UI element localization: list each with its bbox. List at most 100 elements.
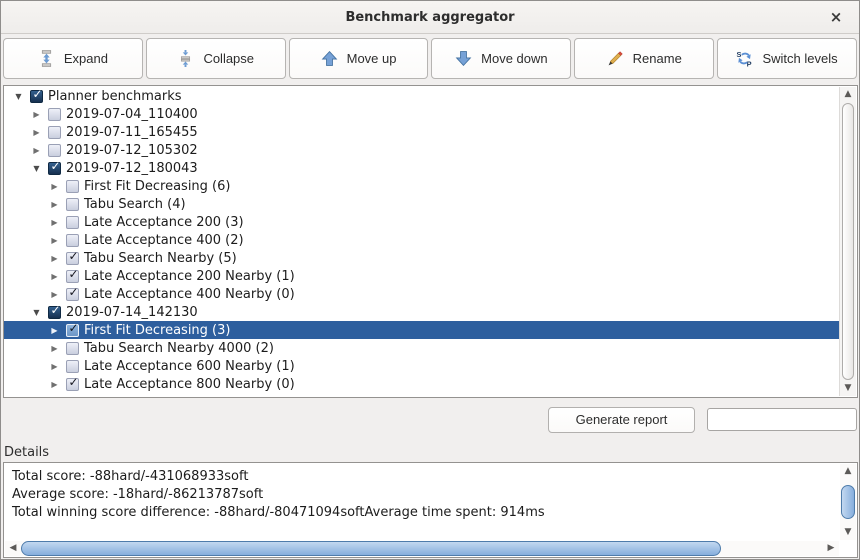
tree-item-label: 2019-07-11_165455	[66, 125, 198, 140]
rename-button[interactable]: Rename	[574, 38, 714, 79]
expand-button[interactable]: Expand	[3, 38, 143, 79]
expander-icon[interactable]: ▶	[30, 110, 43, 119]
rename-icon	[607, 50, 624, 67]
expander-icon[interactable]: ▶	[48, 200, 61, 209]
tree-row[interactable]: ▶ Tabu Search Nearby (5)	[4, 249, 839, 267]
svg-text:S: S	[737, 50, 742, 59]
details-text: Total score: -88hard/-431068933softAvera…	[12, 468, 833, 522]
expander-icon[interactable]: ▼	[12, 92, 25, 101]
tree-item-label: Late Acceptance 200 Nearby (1)	[84, 269, 295, 284]
tree-row[interactable]: ▶ 2019-07-04_110400	[4, 105, 839, 123]
expander-icon[interactable]: ▶	[48, 182, 61, 191]
details-vertical-scrollbar[interactable]: ▲ ▼	[840, 464, 856, 540]
details-line: Total winning score difference: -88hard/…	[12, 504, 833, 522]
tree-checkbox[interactable]	[48, 126, 61, 139]
window-title: Benchmark aggregator	[1, 1, 859, 34]
details-panel: Total score: -88hard/-431068933softAvera…	[3, 462, 858, 558]
expander-icon[interactable]: ▼	[30, 164, 43, 173]
tree-item-label: 2019-07-14_142130	[66, 305, 198, 320]
expander-icon[interactable]: ▶	[48, 290, 61, 299]
close-icon[interactable]: ×	[827, 8, 845, 26]
collapse-button[interactable]: Collapse	[146, 38, 286, 79]
tree-row[interactable]: ▶ Late Acceptance 400 Nearby (0)	[4, 285, 839, 303]
scroll-down-icon[interactable]: ▼	[840, 525, 856, 540]
switch-levels-button-label: Switch levels	[762, 51, 837, 66]
tree-checkbox[interactable]	[66, 234, 79, 247]
scroll-right-icon[interactable]: ▶	[823, 541, 839, 556]
tree-item-label: 2019-07-04_110400	[66, 107, 198, 122]
tree-checkbox[interactable]	[66, 378, 79, 391]
tree-row[interactable]: ▶ Late Acceptance 200 (3)	[4, 213, 839, 231]
tree-checkbox[interactable]	[66, 324, 79, 337]
expander-icon[interactable]: ▶	[48, 380, 61, 389]
expander-icon[interactable]: ▼	[30, 308, 43, 317]
expand-button-label: Expand	[64, 51, 108, 66]
tree-checkbox[interactable]	[66, 342, 79, 355]
expander-icon[interactable]: ▶	[48, 362, 61, 371]
expander-icon[interactable]: ▶	[48, 326, 61, 335]
tree-checkbox[interactable]	[48, 162, 61, 175]
tree-item-label: Tabu Search (4)	[84, 197, 186, 212]
tree-item-label: Late Acceptance 200 (3)	[84, 215, 244, 230]
move-down-button-label: Move down	[481, 51, 547, 66]
details-line: Total score: -88hard/-431068933soft	[12, 468, 833, 486]
tree-row[interactable]: ▶ First Fit Decreasing (6)	[4, 177, 839, 195]
tree-checkbox[interactable]	[66, 270, 79, 283]
details-label: Details	[4, 445, 49, 460]
tree-checkbox[interactable]	[66, 198, 79, 211]
switch-levels-button[interactable]: S P Switch levels	[717, 38, 857, 79]
move-up-button[interactable]: Move up	[289, 38, 429, 79]
tree-checkbox[interactable]	[66, 288, 79, 301]
tree-vertical-scrollbar[interactable]: ▲ ▼	[839, 87, 856, 396]
tree-row[interactable]: ▶ Late Acceptance 600 Nearby (1)	[4, 357, 839, 375]
move-down-button[interactable]: Move down	[431, 38, 571, 79]
tree-checkbox[interactable]	[48, 306, 61, 319]
tree-row[interactable]: ▶ Tabu Search (4)	[4, 195, 839, 213]
tree-checkbox[interactable]	[66, 180, 79, 193]
tree-row[interactable]: ▼ Planner benchmarks	[4, 87, 839, 105]
tree-row[interactable]: ▼ 2019-07-12_180043	[4, 159, 839, 177]
tree-item-label: First Fit Decreasing (3)	[84, 323, 230, 338]
tree-item-label: Late Acceptance 400 Nearby (0)	[84, 287, 295, 302]
tree-row[interactable]: ▶ Late Acceptance 200 Nearby (1)	[4, 267, 839, 285]
scroll-up-icon[interactable]: ▲	[840, 464, 856, 479]
tree-row[interactable]: ▶ 2019-07-12_105302	[4, 141, 839, 159]
tree-row[interactable]: ▶ Late Acceptance 400 (2)	[4, 231, 839, 249]
scroll-left-icon[interactable]: ◀	[5, 541, 21, 556]
tree-item-label: Late Acceptance 600 Nearby (1)	[84, 359, 295, 374]
tree-checkbox[interactable]	[48, 144, 61, 157]
tree-item-label: First Fit Decreasing (6)	[84, 179, 230, 194]
expander-icon[interactable]: ▶	[48, 254, 61, 263]
tree-item-label: Tabu Search Nearby 4000 (2)	[84, 341, 274, 356]
expander-icon[interactable]: ▶	[48, 344, 61, 353]
expander-icon[interactable]: ▶	[48, 272, 61, 281]
scroll-down-icon[interactable]: ▼	[840, 381, 856, 396]
toolbar: Expand Collapse Move up Move down	[3, 38, 857, 79]
tree-checkbox[interactable]	[66, 216, 79, 229]
collapse-icon	[177, 50, 194, 67]
tree-row[interactable]: ▶ Tabu Search Nearby 4000 (2)	[4, 339, 839, 357]
tree-row[interactable]: ▼ 2019-07-14_142130	[4, 303, 839, 321]
tree-row[interactable]: ▶ 2019-07-11_165455	[4, 123, 839, 141]
tree-checkbox[interactable]	[66, 360, 79, 373]
tree-row[interactable]: ▶ First Fit Decreasing (3)	[4, 321, 839, 339]
tree-checkbox[interactable]	[30, 90, 43, 103]
tree-item-label: Late Acceptance 400 (2)	[84, 233, 244, 248]
scroll-up-icon[interactable]: ▲	[840, 87, 856, 102]
generate-report-button[interactable]: Generate report	[548, 407, 695, 433]
details-vscroll-thumb[interactable]	[841, 485, 855, 519]
tree-checkbox[interactable]	[66, 252, 79, 265]
details-horizontal-scrollbar[interactable]: ◀ ▶	[5, 541, 839, 556]
move-down-icon	[455, 50, 472, 67]
move-up-icon	[321, 50, 338, 67]
details-hscroll-thumb[interactable]	[21, 541, 721, 556]
expander-icon[interactable]: ▶	[48, 236, 61, 245]
expander-icon[interactable]: ▶	[30, 146, 43, 155]
expander-icon[interactable]: ▶	[48, 218, 61, 227]
expander-icon[interactable]: ▶	[30, 128, 43, 137]
tree-checkbox[interactable]	[48, 108, 61, 121]
collapse-button-label: Collapse	[203, 51, 254, 66]
tree-row[interactable]: ▶ Late Acceptance 800 Nearby (0)	[4, 375, 839, 393]
tree-scrollbar-thumb[interactable]	[842, 103, 854, 380]
expand-icon	[38, 50, 55, 67]
